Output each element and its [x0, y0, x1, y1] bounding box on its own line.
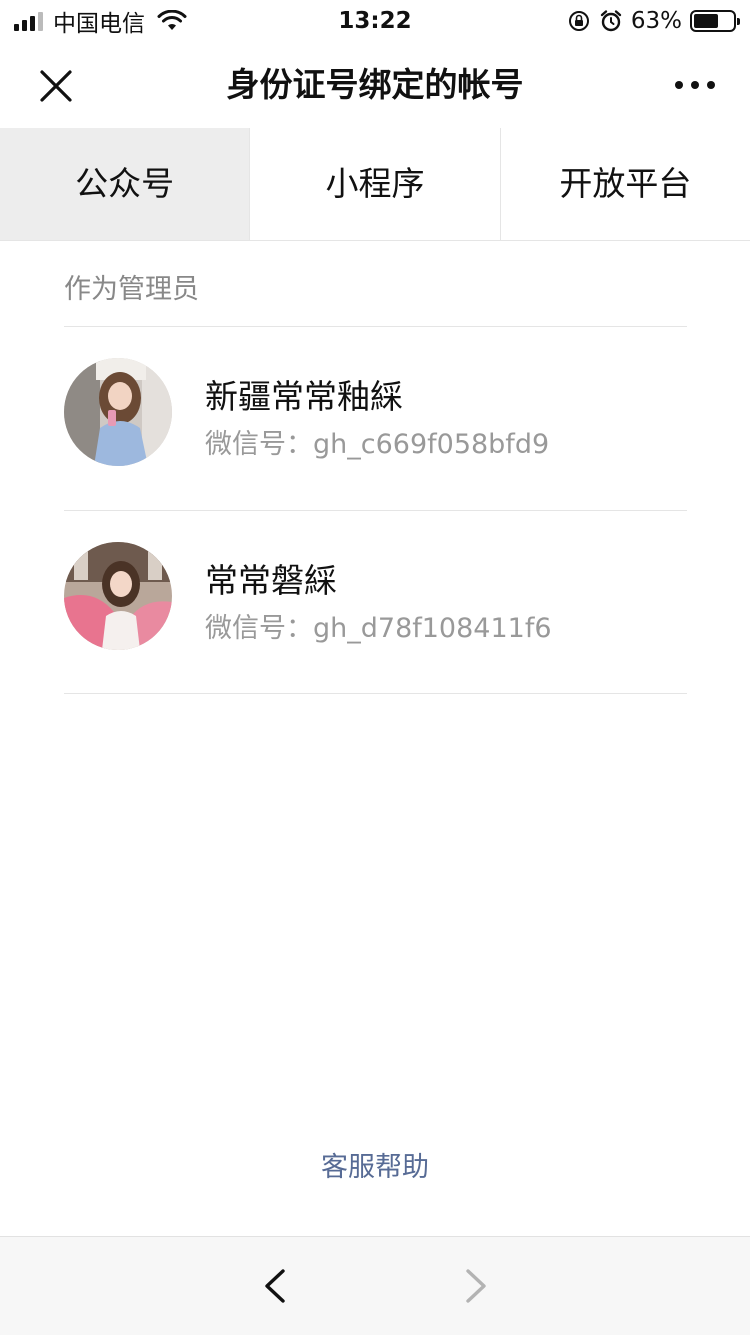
battery-fill: [694, 14, 718, 28]
page-title: 身份证号绑定的帐号: [226, 65, 524, 104]
more-icon[interactable]: [670, 70, 720, 100]
avatar: [64, 542, 172, 650]
alarm-icon: [600, 10, 622, 32]
battery-icon: [690, 10, 740, 32]
section-label: 作为管理员: [64, 274, 199, 305]
tab-mini-program[interactable]: 小程序: [250, 128, 501, 240]
account-wechat-id: 微信号：gh_d78f108411f6: [205, 613, 552, 644]
customer-service-link[interactable]: 客服帮助: [0, 1146, 750, 1190]
browser-toolbar: [0, 1236, 750, 1335]
tab-open-platform[interactable]: 开放平台: [501, 128, 750, 240]
account-item[interactable]: 常常磐綵 微信号：gh_d78f108411f6: [64, 511, 687, 694]
account-item[interactable]: 新疆常常釉綵 微信号：gh_c669f058bfd9: [64, 327, 687, 510]
close-icon[interactable]: [30, 60, 82, 112]
account-name: 新疆常常釉綵: [205, 377, 403, 416]
nav-bar: 身份证号绑定的帐号: [0, 42, 750, 128]
divider: [64, 693, 687, 694]
avatar: [64, 358, 172, 466]
avatar-image: [64, 358, 172, 466]
chevron-left-icon[interactable]: [255, 1263, 295, 1309]
account-name: 常常磐綵: [205, 561, 337, 600]
account-type-tabs: 公众号 小程序 开放平台: [0, 128, 750, 241]
chevron-right-icon[interactable]: [456, 1263, 496, 1309]
tab-official-account[interactable]: 公众号: [0, 128, 251, 240]
battery-percent: 63%: [630, 8, 682, 34]
orientation-lock-icon: [568, 11, 589, 31]
status-bar: 中国电信 13:22 63%: [0, 0, 750, 42]
status-right: 63%: [567, 6, 740, 36]
avatar-image: [64, 542, 172, 650]
account-wechat-id: 微信号：gh_c669f058bfd9: [205, 429, 550, 460]
